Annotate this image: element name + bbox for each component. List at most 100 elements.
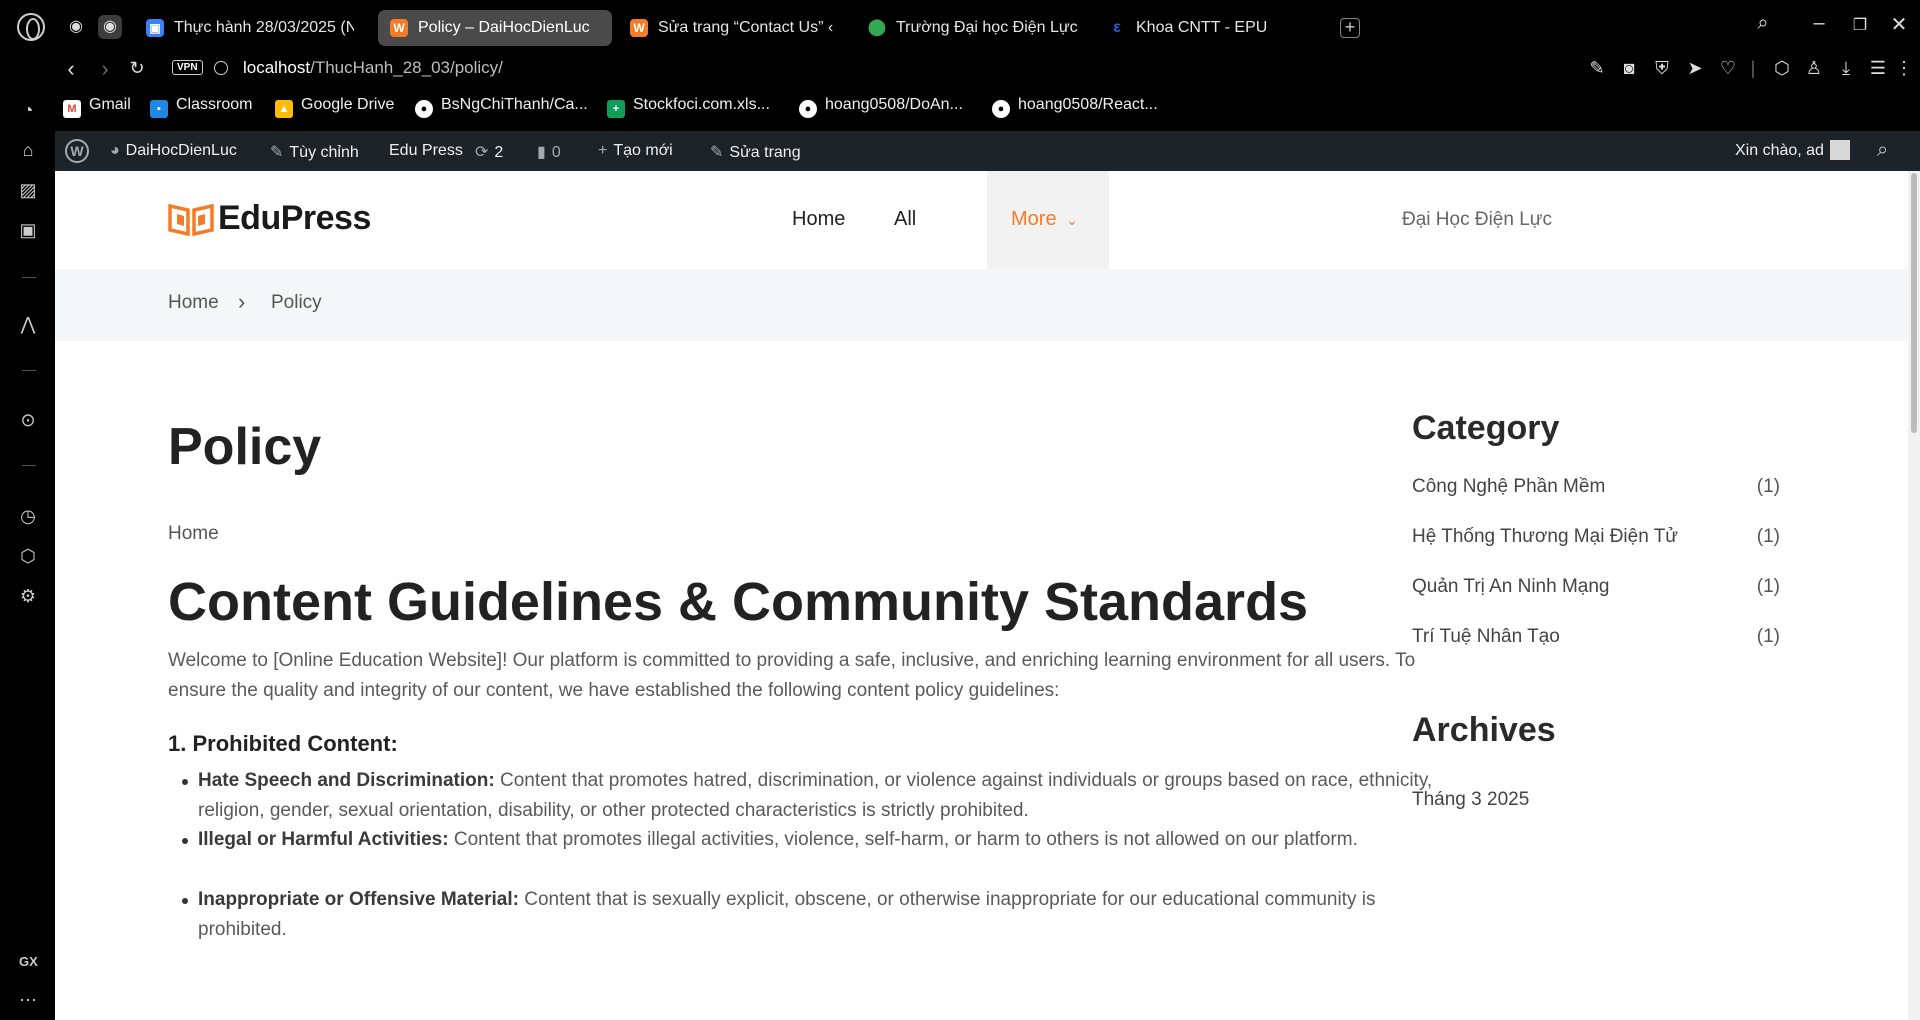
wpbar-new[interactable]: + Tạo mới (598, 142, 673, 160)
wp-admin-bar: W ◕ DaiHocDienLuc ✎ Tùy chỉnh Edu Press ⟳ 2… (55, 131, 1920, 171)
back-button[interactable]: ‹ (58, 56, 84, 82)
adblock-shield-icon[interactable]: ⛨ (1650, 58, 1674, 79)
page-scrollbar[interactable] (1908, 171, 1920, 1020)
pencil-icon: ✎ (710, 144, 724, 161)
player-icon[interactable]: ⊙ (16, 408, 40, 432)
minimize-button[interactable]: – (1804, 12, 1834, 35)
toolbar-divider: | (1750, 58, 1756, 78)
bookmarks-bar: M Gmail ▪ Classroom ▲ Google Drive ● BsNgChi… (55, 93, 1920, 123)
bookmark-github-1[interactable]: ● BsNgChiThanh/Ca... (415, 96, 588, 118)
tab-khoa-cntt[interactable]: ε Khoa CNTT - EPU (1096, 10, 1326, 46)
bookmark-stockfoci[interactable]: + Stockfoci.com.xls... (607, 96, 770, 118)
tab-strip: ◉ ◉ ▣ Thực hành 28/03/2025 (N W Policy –… (0, 0, 1920, 55)
tab-epu-map[interactable]: ⬤ Trường Đại học Điện Lực - (856, 10, 1088, 46)
content-heading: Content Guidelines & Community Standards (168, 572, 1309, 632)
edupress-favicon: W (390, 19, 408, 37)
content-home-link[interactable]: Home (168, 523, 219, 545)
comment-bubble-icon: ▮ (537, 144, 546, 161)
search-tabs-icon[interactable]: ⌕ (1748, 12, 1778, 35)
archives-widget-title: Archives (1412, 711, 1556, 749)
sidebar-separator (22, 370, 36, 371)
github-icon: ● (992, 100, 1010, 118)
url-path: /ThucHanh_28_03/policy/ (310, 58, 503, 77)
section-heading-prohibited: 1. Prohibited Content: (168, 731, 398, 756)
settings-gear-icon[interactable]: ⚙ (16, 584, 40, 608)
aria-icon[interactable]: ⌂ (16, 138, 40, 162)
breadcrumb-home[interactable]: Home (168, 292, 219, 314)
dashboard-gauge-icon: ◕ (110, 142, 120, 159)
bookmark-classroom[interactable]: ▪ Classroom (150, 96, 252, 118)
workspace-active-icon[interactable]: ◉ (98, 15, 122, 39)
reload-button[interactable]: ↻ (124, 58, 150, 79)
wpbar-theme[interactable]: Edu Press (389, 142, 463, 160)
close-window-button[interactable]: ✕ (1884, 12, 1914, 37)
snapshot-camera-icon[interactable]: ◙ (1617, 58, 1641, 79)
github-icon: ● (799, 100, 817, 118)
bookmark-github-2[interactable]: ● hoang0508/DoAn... (799, 96, 963, 118)
scrollbar-thumb[interactable] (1911, 173, 1917, 433)
wp-search-icon[interactable]: ⌕ (1877, 139, 1888, 162)
downloads-icon[interactable]: ⤓ (1834, 58, 1858, 79)
epu-logo-icon: ε (1113, 19, 1121, 36)
easy-setup-icon[interactable]: ☰ (1866, 58, 1890, 79)
site-info-icon[interactable] (214, 61, 228, 75)
history-clock-icon[interactable]: ◷ (16, 504, 40, 528)
app-arc-icon[interactable]: ⋀ (16, 312, 40, 336)
category-item[interactable]: Hệ Thống Thương Mại Điện Tử (1) (1412, 526, 1780, 548)
menu-more-icon[interactable]: ⋮ (1892, 58, 1916, 79)
bookmark-github-3[interactable]: ● hoang0508/React... (992, 96, 1158, 118)
bookmark-drive[interactable]: ▲ Google Drive (275, 96, 394, 118)
more-dots-icon[interactable]: ⋯ (16, 988, 40, 1012)
tab-policy[interactable]: W Policy – DaiHocDienLuc (378, 10, 612, 46)
header-university-text: Đại Học Điện Lực (1402, 209, 1552, 230)
vpn-badge[interactable]: VPN (172, 60, 203, 75)
new-tab-button[interactable]: + (1340, 18, 1360, 38)
wordpress-logo-icon[interactable]: W (65, 139, 89, 163)
breadcrumb: Home › Policy (55, 269, 1920, 341)
extensions-icon[interactable]: ⬡ (16, 544, 40, 568)
nav-all-post[interactable]: All Post (894, 171, 934, 326)
chevron-right-icon: › (238, 289, 246, 314)
wpbar-edit-page[interactable]: ✎ Sửa trang (710, 142, 801, 162)
category-item[interactable]: Công Nghệ Phần Mềm (1) (1412, 476, 1780, 498)
speed-dial-icon[interactable]: ◔ (16, 98, 40, 122)
wpbar-greeting[interactable]: Xin chào, ad (1735, 142, 1824, 160)
restore-button[interactable]: ❐ (1845, 15, 1875, 35)
list-item: Illegal or Harmful Activities: Content t… (182, 825, 1358, 855)
map-pin-icon: ⬤ (868, 19, 886, 36)
profile-icon[interactable]: ♙ (1802, 58, 1826, 79)
bookmark-gmail[interactable]: M Gmail (63, 96, 131, 118)
send-icon[interactable]: ➤ (1683, 58, 1707, 79)
gmail-icon: M (63, 100, 81, 118)
opera-logo-icon[interactable] (17, 13, 45, 41)
gx-corner-icon[interactable]: ▣ (16, 218, 40, 242)
tab-edit-contact[interactable]: W Sửa trang “Contact Us” ‹ D (618, 10, 844, 46)
breadcrumb-current: Policy (271, 292, 322, 313)
edupress-favicon: W (630, 19, 648, 37)
archive-item[interactable]: Tháng 3 2025 (1412, 789, 1529, 811)
wpbar-updates[interactable]: ⟳ 2 (475, 142, 503, 162)
nav-home[interactable]: Home (792, 171, 845, 269)
avatar[interactable] (1830, 140, 1850, 160)
category-item[interactable]: Trí Tuệ Nhân Tạo (1) (1412, 626, 1780, 648)
wpbar-customize[interactable]: ✎ Tùy chỉnh (270, 142, 359, 162)
contact-card-icon: ▣ (146, 19, 164, 37)
gx-label: GX (19, 954, 38, 969)
forward-button[interactable]: › (92, 56, 118, 82)
classroom-icon: ▪ (150, 100, 168, 118)
url-field[interactable]: localhost/ThucHanh_28_03/policy/ (243, 58, 503, 78)
favorite-heart-icon[interactable]: ♡ (1716, 58, 1740, 79)
github-icon: ● (415, 100, 433, 118)
logo-text: EduPress (218, 199, 371, 237)
wpbar-comments[interactable]: ▮ 0 (537, 142, 561, 162)
edit-page-icon[interactable]: ✎ (1585, 58, 1609, 79)
wpbar-site-name[interactable]: ◕ DaiHocDienLuc (110, 142, 237, 160)
drive-icon: ▲ (275, 100, 293, 118)
tab-thuc-hanh[interactable]: ▣ Thực hành 28/03/2025 (N (134, 10, 364, 46)
gx-control-icon[interactable]: ▨ (16, 178, 40, 202)
category-item[interactable]: Quản Trị An Ninh Mạng (1) (1412, 576, 1780, 598)
nav-more[interactable]: More ⌄ (987, 171, 1109, 269)
workspace-globe-icon[interactable]: ◉ (64, 15, 88, 39)
extensions-cube-icon[interactable]: ⬡ (1770, 58, 1794, 79)
site-header: EduPress Home All Post More ⌄ Đại Học Đi… (55, 171, 1920, 326)
